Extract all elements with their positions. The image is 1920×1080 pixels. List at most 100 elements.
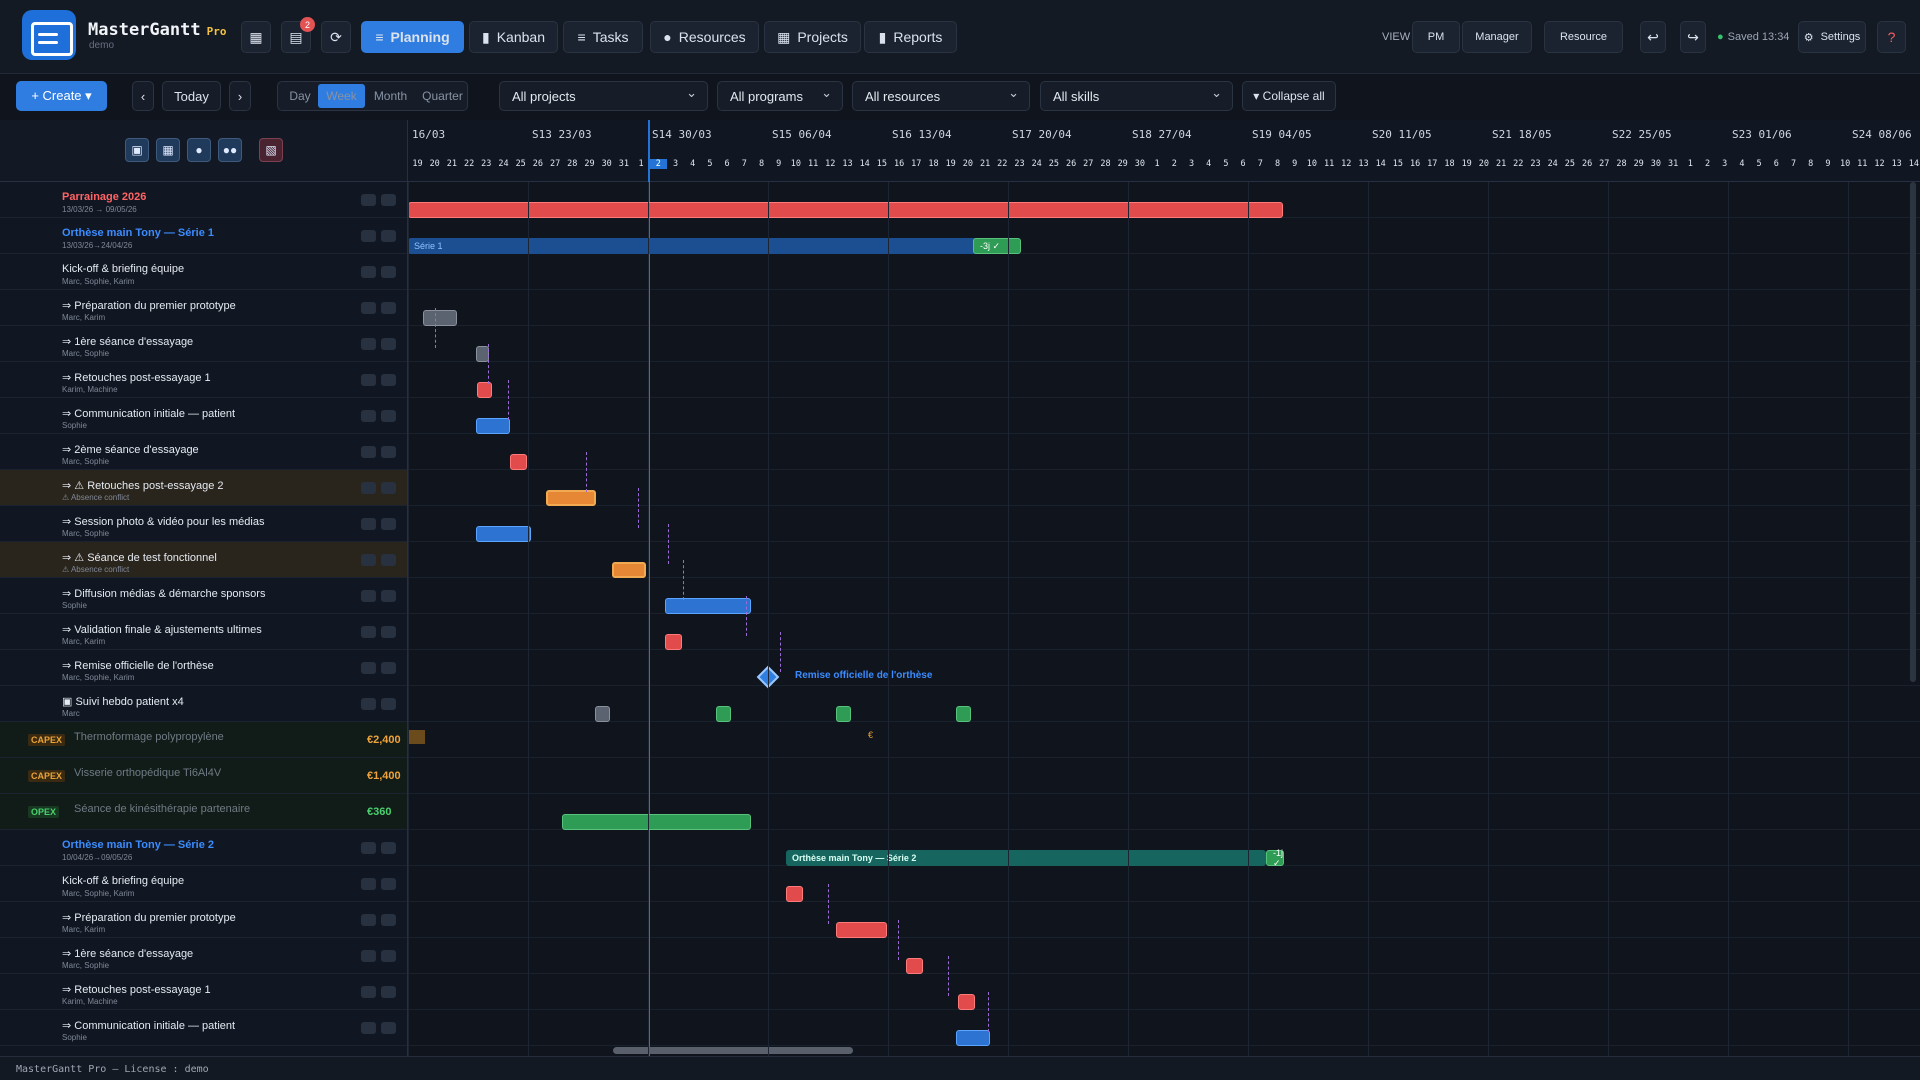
budget-row[interactable]: CAPEX Visserie orthopédique Ti6Al4V €1,400 xyxy=(0,758,407,794)
drag-handle-icon[interactable] xyxy=(381,950,396,962)
row-actions[interactable] xyxy=(361,518,403,530)
edit-icon[interactable] xyxy=(361,518,376,530)
task-row[interactable]: ⇒ Remise officielle de l'orthèse Marc, So… xyxy=(0,650,407,686)
resources-filter[interactable]: All resources xyxy=(852,81,1030,111)
budget-row[interactable]: OPEX Séance de kinésithérapie partenaire €… xyxy=(0,794,407,830)
edit-icon[interactable] xyxy=(361,1022,376,1034)
row-actions[interactable] xyxy=(361,950,403,962)
task-row[interactable]: ⇒ ⚠ Séance de test fonctionnel ⚠ Absence … xyxy=(0,542,407,578)
create-button[interactable]: + Create ▾ xyxy=(16,81,107,111)
row-actions[interactable] xyxy=(361,590,403,602)
week-scale-button[interactable]: Week xyxy=(318,84,365,108)
edit-icon[interactable] xyxy=(361,698,376,710)
task-row[interactable]: ⇒ 2ème séance d'essayage Marc, Sophie xyxy=(0,434,407,470)
task-row[interactable]: Orthèse main Tony — Série 2 10/04/26→09/0… xyxy=(0,830,407,866)
task-row[interactable]: ⇒ ⚠ Retouches post-essayage 2 ⚠ Absence c… xyxy=(0,470,407,506)
edit-icon[interactable] xyxy=(361,302,376,314)
drag-handle-icon[interactable] xyxy=(381,986,396,998)
redo-icon[interactable]: ↪ xyxy=(1680,21,1706,53)
task-row[interactable]: ⇒ Session photo & vidéo pour les médias M… xyxy=(0,506,407,542)
drag-handle-icon[interactable] xyxy=(381,662,396,674)
drag-handle-icon[interactable] xyxy=(381,266,396,278)
day-scale-button[interactable]: Day xyxy=(282,84,318,108)
task-bar[interactable] xyxy=(476,526,531,542)
tab-resources[interactable]: ● Resources xyxy=(650,21,759,53)
drag-handle-icon[interactable] xyxy=(381,590,396,602)
tab-planning[interactable]: ≡ Planning xyxy=(361,21,464,53)
drag-handle-icon[interactable] xyxy=(381,194,396,206)
task-bar[interactable] xyxy=(958,994,975,1010)
capex-bar[interactable] xyxy=(408,730,425,744)
row-actions[interactable] xyxy=(361,446,403,458)
drag-handle-icon[interactable] xyxy=(381,518,396,530)
task-bar[interactable] xyxy=(510,454,527,470)
row-actions[interactable] xyxy=(361,482,403,494)
sync-icon[interactable]: ⟳ xyxy=(321,21,351,53)
edit-icon[interactable] xyxy=(361,950,376,962)
task-row[interactable]: ⇒ Préparation du premier prototype Marc, … xyxy=(0,290,407,326)
task-bar[interactable] xyxy=(423,310,457,326)
edit-icon[interactable] xyxy=(361,338,376,350)
edit-icon[interactable] xyxy=(361,482,376,494)
row-actions[interactable] xyxy=(361,626,403,638)
programs-filter[interactable]: All programs xyxy=(717,81,843,111)
task-row[interactable]: ⇒ Communication initiale — patient Sophie xyxy=(0,1010,407,1046)
budget-row[interactable]: CAPEX Thermoformage polypropylène €2,400 xyxy=(0,722,407,758)
drag-handle-icon[interactable] xyxy=(381,482,396,494)
row-actions[interactable] xyxy=(361,698,403,710)
task-bar[interactable] xyxy=(477,382,492,398)
edit-icon[interactable] xyxy=(361,662,376,674)
row-actions[interactable] xyxy=(361,878,403,890)
task-bar[interactable] xyxy=(906,958,923,974)
row-actions[interactable] xyxy=(361,302,403,314)
vertical-scrollbar[interactable] xyxy=(1910,182,1916,682)
row-actions[interactable] xyxy=(361,266,403,278)
task-bar[interactable] xyxy=(836,922,887,938)
row-actions[interactable] xyxy=(361,842,403,854)
task-bar[interactable] xyxy=(612,562,646,578)
task-bar[interactable] xyxy=(956,1030,990,1046)
summary-chip[interactable] xyxy=(956,706,971,722)
drag-handle-icon[interactable] xyxy=(381,878,396,890)
grid-icon[interactable]: ▦ xyxy=(241,21,271,53)
series-summary-bar[interactable]: Série 1 xyxy=(408,238,998,254)
resource-view-button[interactable]: Resource xyxy=(1544,21,1623,53)
task-bar[interactable] xyxy=(665,634,682,650)
collapse-all-button[interactable]: ▾ Collapse all xyxy=(1242,81,1336,111)
edit-icon[interactable] xyxy=(361,986,376,998)
team-icon[interactable]: ●● xyxy=(218,138,242,162)
summary-chip[interactable] xyxy=(595,706,610,722)
budget-bar[interactable] xyxy=(562,814,751,830)
edit-icon[interactable] xyxy=(361,374,376,386)
edit-icon[interactable] xyxy=(361,914,376,926)
row-actions[interactable] xyxy=(361,914,403,926)
edit-icon[interactable] xyxy=(361,626,376,638)
next-button[interactable]: › xyxy=(229,81,251,111)
notification-button[interactable]: ▤ 2 xyxy=(281,17,315,53)
drag-handle-icon[interactable] xyxy=(381,338,396,350)
drag-handle-icon[interactable] xyxy=(381,698,396,710)
task-bar[interactable] xyxy=(665,598,751,614)
drag-handle-icon[interactable] xyxy=(381,302,396,314)
edit-icon[interactable] xyxy=(361,590,376,602)
tab-projects[interactable]: ▦ Projects xyxy=(764,21,861,53)
task-row[interactable]: Kick-off & briefing équipe Marc, Sophie, … xyxy=(0,254,407,290)
calendar-off-icon[interactable]: ▧ xyxy=(259,138,283,162)
edit-icon[interactable] xyxy=(361,194,376,206)
row-actions[interactable] xyxy=(361,986,403,998)
row-actions[interactable] xyxy=(361,338,403,350)
skills-filter[interactable]: All skills xyxy=(1040,81,1233,111)
edit-icon[interactable] xyxy=(361,842,376,854)
calendar-icon[interactable]: ▣ xyxy=(125,138,149,162)
drag-handle-icon[interactable] xyxy=(381,554,396,566)
task-row[interactable]: ⇒ Retouches post-essayage 1 Karim, Machin… xyxy=(0,974,407,1010)
row-actions[interactable] xyxy=(361,230,403,242)
pm-view-button[interactable]: PM xyxy=(1412,21,1460,53)
person-icon[interactable]: ● xyxy=(187,138,211,162)
task-bar[interactable] xyxy=(476,418,510,434)
drag-handle-icon[interactable] xyxy=(381,842,396,854)
task-bar[interactable] xyxy=(786,886,803,902)
row-actions[interactable] xyxy=(361,194,403,206)
quarter-scale-button[interactable]: Quarter xyxy=(417,84,468,108)
help-button[interactable]: ? xyxy=(1877,21,1906,53)
